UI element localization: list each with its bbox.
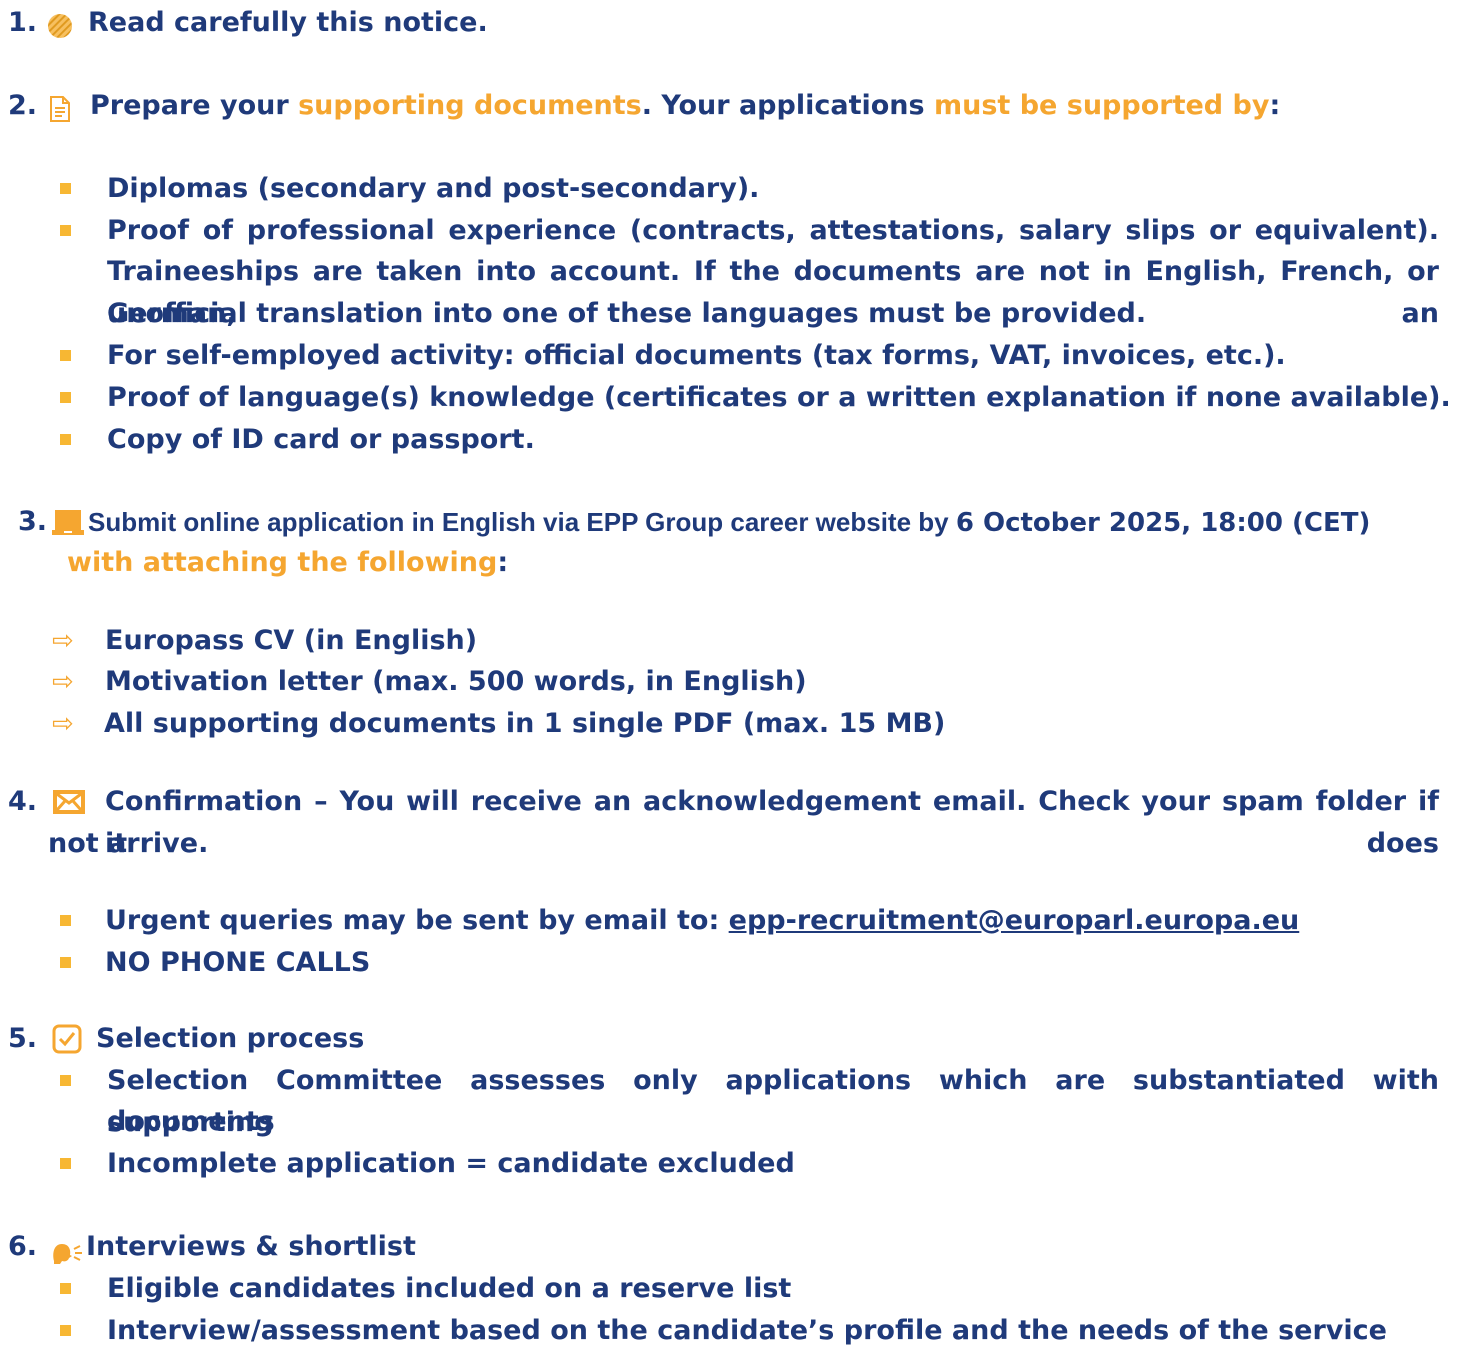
list-item: Interview/assessment based on the candid… [107,1315,1387,1346]
bullet [60,350,71,361]
arrow-right-icon: ⇨ [52,709,74,739]
highlight-attaching: with attaching the following [67,547,498,578]
step-2-text: Prepare your [90,90,299,121]
arrow-right-icon: ⇨ [52,626,74,656]
step-1: 1. Read carefully this notice. [8,2,488,44]
step-3-text: Submit online application in English via… [88,507,956,537]
bullet [60,1075,71,1086]
step-4-text-line-2: not arrive. [48,828,209,859]
step-6: 6. Interviews & shortlist [8,1226,416,1268]
list-item-continuation: documents [107,1106,275,1137]
bullet [60,1325,71,1336]
striped-circle-icon [46,11,74,53]
step-4-text: Confirmation – You will receive an ackno… [105,786,1439,859]
bullet [60,434,71,445]
highlight-must-be-supported: must be supported by [933,90,1270,121]
list-item: Selection Committee assesses only applic… [107,1065,1439,1138]
bullet [60,1283,71,1294]
step-number: 1. [8,7,38,38]
step-number: 4. [8,786,38,817]
bullet [60,915,71,926]
speaking-head-icon [50,1236,84,1278]
list-item: Motivation letter (max. 500 words, in En… [105,666,807,697]
list-item: Proof of professional experience (contra… [107,215,1439,246]
bullet [60,957,71,968]
list-item-continuation: unofficial translation into one of these… [107,298,1147,329]
step-number: 3. [18,506,48,537]
document-icon [48,94,72,136]
list-item: Eligible candidates included on a reserv… [107,1273,792,1304]
step-6-title: Interviews & shortlist [86,1231,416,1262]
step-2: 2. Prepare your supporting documents. Yo… [8,85,1280,127]
email-link[interactable]: epp-recruitment@europarl.europa.eu [729,905,1300,936]
step-3-colon: : [497,547,509,578]
list-item: NO PHONE CALLS [105,947,371,978]
step-3: 3. Submit online application in English … [18,501,1370,543]
step-2-text-2: . Your applications [641,90,934,121]
envelope-icon [52,789,86,822]
step-number: 6. [8,1231,38,1262]
step-5-title: Selection process [96,1023,365,1054]
query-text: Urgent queries may be sent by email to: [105,905,729,936]
step-5: 5. Selection process [8,1018,364,1060]
list-item: Diplomas (secondary and post-secondary). [107,173,760,204]
bullet [60,1158,71,1169]
list-item: Copy of ID card or passport. [107,424,535,455]
list-item: Incomplete application = candidate exclu… [107,1148,795,1179]
step-3-line-2: with attaching the following: [67,542,508,584]
step-number: 2. [8,90,38,121]
list-item: For self-employed activity: official doc… [107,340,1286,371]
arrow-right-icon: ⇨ [52,667,74,697]
bullet [60,225,71,236]
bullet [60,392,71,403]
checkbox-icon [52,1024,82,1067]
step-number: 5. [8,1023,38,1054]
list-item: Urgent queries may be sent by email to: … [105,900,1299,942]
highlight-supporting-documents: supporting documents [298,90,642,121]
step-2-colon: : [1269,90,1281,121]
deadline: 6 October 2025, 18:00 (CET) [955,508,1371,538]
step-1-text: Read carefully this notice. [88,7,488,38]
list-item: All supporting documents in 1 single PDF… [104,708,946,739]
list-item: Europass CV (in English) [105,625,478,656]
bullet [60,183,71,194]
list-item: Proof of language(s) knowledge (certific… [107,382,1451,413]
